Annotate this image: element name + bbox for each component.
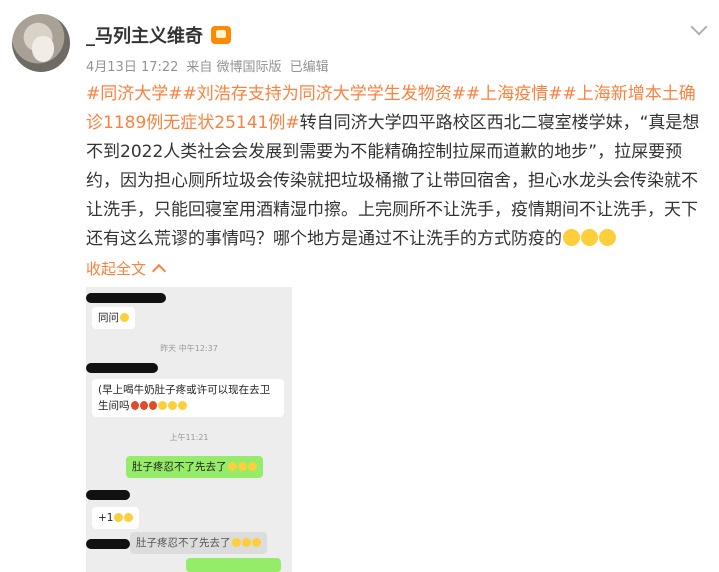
chat-screenshot-image[interactable]: 同问 昨天 中午12:37 (早上喝牛奶肚子疼或许可以现在去卫生间吗 上午11:… (86, 287, 292, 572)
chat-message: +1 (98, 512, 114, 524)
hashtag[interactable]: #刘浩存支持为同济大学学生发物资# (183, 84, 467, 104)
collapse-button[interactable]: 收起全文 (86, 258, 167, 279)
emoji-icon (581, 229, 598, 246)
member-badge-icon[interactable] (211, 26, 231, 44)
emoji-icon (148, 401, 157, 410)
chat-bubble: +1 (92, 507, 140, 529)
emoji-icon (227, 462, 237, 471)
hashtag[interactable]: #同济大学# (86, 84, 183, 104)
redaction-bar (86, 293, 166, 303)
emoji-icon (120, 313, 129, 322)
post-date[interactable]: 4月13日 17:22 (86, 56, 178, 75)
collapse-arrow-icon (151, 263, 167, 278)
emoji-icon (599, 229, 616, 246)
emoji-icon (231, 538, 241, 547)
emoji-icon (563, 229, 580, 246)
hashtag[interactable]: #上海疫情# (466, 84, 563, 104)
post-source: 来自 微博国际版 (186, 60, 282, 75)
chat-message: 同问 (98, 312, 119, 324)
quoted-message: 肚子疼忍不了先去了 (130, 532, 267, 554)
emoji-icon (247, 462, 257, 471)
username-row: _马列主义维奇 (86, 22, 231, 48)
edited-label[interactable]: 已编辑 (290, 56, 329, 75)
avatar-dog-face (32, 36, 54, 62)
emoji-icon (139, 401, 148, 410)
emoji-icon (167, 401, 177, 410)
emoji-icon (251, 538, 261, 547)
emoji-icon (157, 401, 167, 410)
post-content: #同济大学##刘浩存支持为同济大学学生发物资##上海疫情##上海新增本土确诊11… (86, 80, 702, 254)
chat-bubble: (早上喝牛奶肚子疼或许可以现在去卫生间吗 (92, 379, 284, 417)
chat-timestamp: 上午11:21 (169, 433, 209, 442)
emoji-icon (177, 401, 187, 410)
username[interactable]: _马列主义维奇 (86, 22, 203, 48)
redaction-bar (86, 363, 158, 373)
chat-bubble-self (186, 558, 281, 572)
redaction-bar (86, 539, 130, 549)
redaction-bar (86, 490, 130, 500)
avatar[interactable] (12, 14, 70, 72)
emoji-icon (130, 401, 139, 410)
quoted-text: 肚子疼忍不了先去了 (136, 537, 231, 549)
post-meta: 4月13日 17:22 来自 微博国际版 已编辑 (86, 56, 329, 75)
emoji-icon (237, 462, 247, 471)
chat-bubble: 同问 (92, 307, 135, 329)
emoji-icon (114, 513, 124, 522)
more-chevron-icon[interactable] (691, 18, 707, 34)
emoji-icon (241, 538, 251, 547)
chat-timestamp: 昨天 中午12:37 (160, 344, 218, 353)
collapse-label: 收起全文 (86, 260, 147, 278)
emoji-icon (124, 513, 134, 522)
chat-bubble-self: 肚子疼忍不了先去了 (126, 456, 263, 478)
chat-message: 肚子疼忍不了先去了 (132, 461, 227, 473)
